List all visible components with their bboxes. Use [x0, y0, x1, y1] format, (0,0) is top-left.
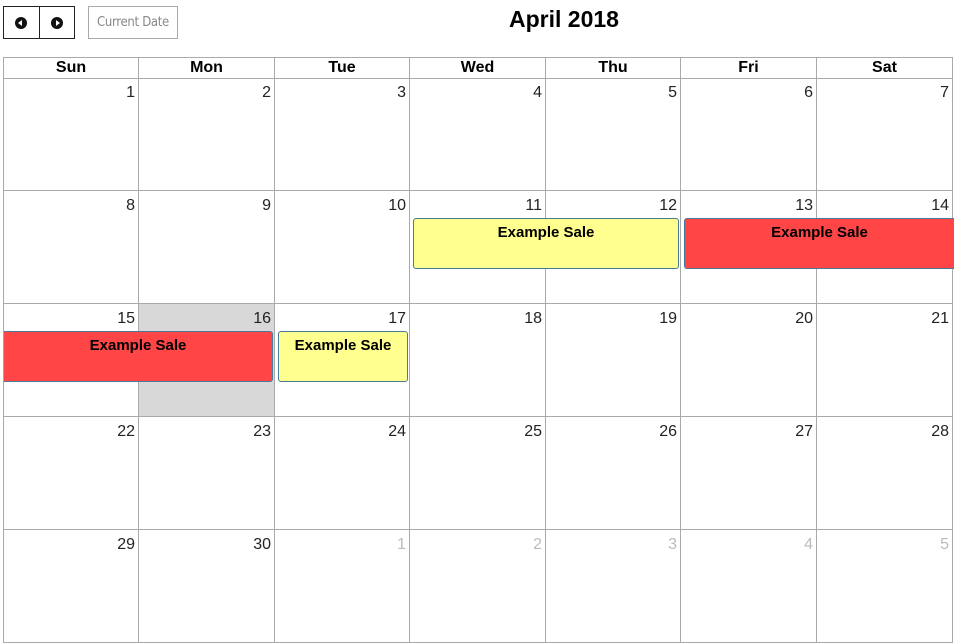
nav-button-group [3, 6, 75, 39]
event-example-sale[interactable]: Example Sale [684, 218, 954, 269]
event-example-sale[interactable]: Example Sale [278, 331, 408, 382]
day-number: 3 [397, 84, 406, 101]
day-cell[interactable]: 30 [139, 530, 275, 643]
day-number: 22 [117, 423, 135, 440]
day-number: 18 [524, 310, 542, 327]
day-cell-other-month[interactable]: 3 [546, 530, 681, 643]
day-cell[interactable]: 29 [4, 530, 139, 643]
day-cell[interactable]: 26 [546, 417, 681, 530]
day-number: 13 [795, 197, 813, 214]
day-number: 24 [388, 423, 406, 440]
day-number: 6 [804, 84, 813, 101]
day-number: 4 [533, 84, 542, 101]
day-cell-other-month[interactable]: 1 [275, 530, 410, 643]
day-number: 28 [931, 423, 949, 440]
day-cell-other-month[interactable]: 5 [817, 530, 953, 643]
day-cell[interactable]: 18 [410, 304, 546, 417]
day-cell[interactable]: 5 [546, 78, 681, 191]
day-cell[interactable]: 20 [681, 304, 817, 417]
day-cell[interactable]: 6 [681, 78, 817, 191]
day-number: 1 [397, 536, 406, 553]
day-number: 30 [253, 536, 271, 553]
prev-month-button[interactable] [4, 7, 39, 38]
chevron-right-icon [50, 16, 63, 29]
week-row-4: 22 23 24 25 26 27 28 [3, 417, 953, 530]
weekday-header: Sun Mon Tue Wed Thu Fri Sat [3, 57, 953, 79]
day-cell[interactable]: 8 [4, 191, 139, 304]
week-row-2: 8 9 10 11 12 13 14 Example Sale Example … [3, 191, 954, 304]
day-number: 4 [804, 536, 813, 553]
calendar-grid: Sun Mon Tue Wed Thu Fri Sat 1 2 3 4 5 6 … [3, 57, 954, 643]
day-number: 5 [940, 536, 949, 553]
day-number: 12 [659, 197, 677, 214]
day-cell[interactable]: 1 [4, 78, 139, 191]
day-number: 14 [931, 197, 949, 214]
day-number: 1 [126, 84, 135, 101]
day-cell[interactable]: 9 [139, 191, 275, 304]
day-cell[interactable]: 22 [4, 417, 139, 530]
day-number: 9 [262, 197, 271, 214]
event-example-sale[interactable]: Example Sale [4, 331, 273, 382]
day-number: 26 [659, 423, 677, 440]
day-number: 23 [253, 423, 271, 440]
day-number: 19 [659, 310, 677, 327]
day-cell[interactable]: 27 [681, 417, 817, 530]
chevron-left-icon [15, 16, 28, 29]
weekday-wed: Wed [410, 58, 546, 79]
day-cell[interactable]: 21 [817, 304, 953, 417]
day-number: 21 [931, 310, 949, 327]
day-number: 2 [262, 84, 271, 101]
day-cell[interactable]: 3 [275, 78, 410, 191]
weekday-tue: Tue [275, 58, 410, 79]
day-cell[interactable]: 19 [546, 304, 681, 417]
day-cell[interactable]: 28 [817, 417, 953, 530]
weekday-mon: Mon [139, 58, 275, 79]
week-row-3: 15 16 17 18 19 20 21 Example Sale Exampl… [3, 304, 953, 417]
weekday-thu: Thu [546, 58, 681, 79]
day-number: 5 [668, 84, 677, 101]
weekday-fri: Fri [681, 58, 817, 79]
day-number: 7 [940, 84, 949, 101]
month-title: April 2018 [509, 6, 619, 32]
day-number: 25 [524, 423, 542, 440]
day-number: 15 [117, 310, 135, 327]
day-cell-other-month[interactable]: 4 [681, 530, 817, 643]
weekday-sat: Sat [817, 58, 953, 79]
day-number: 2 [533, 536, 542, 553]
day-number: 10 [388, 197, 406, 214]
day-number: 16 [253, 310, 271, 327]
week-row-1: 1 2 3 4 5 6 7 [3, 78, 953, 191]
next-month-button[interactable] [38, 7, 75, 38]
day-number: 11 [525, 197, 542, 214]
day-cell[interactable]: 2 [139, 78, 275, 191]
day-number: 29 [117, 536, 135, 553]
day-number: 3 [668, 536, 677, 553]
day-cell[interactable]: 4 [410, 78, 546, 191]
day-cell-other-month[interactable]: 2 [410, 530, 546, 643]
day-cell[interactable]: 7 [817, 78, 953, 191]
day-number: 8 [126, 197, 135, 214]
day-cell[interactable]: 10 [275, 191, 410, 304]
day-number: 17 [388, 310, 406, 327]
day-cell[interactable]: 25 [410, 417, 546, 530]
day-cell[interactable]: 24 [275, 417, 410, 530]
day-number: 20 [795, 310, 813, 327]
event-example-sale[interactable]: Example Sale [413, 218, 679, 269]
day-cell[interactable]: 23 [139, 417, 275, 530]
week-row-5: 29 30 1 2 3 4 5 [3, 530, 953, 643]
weekday-sun: Sun [4, 58, 139, 79]
current-date-button[interactable]: Current Date [88, 6, 178, 39]
day-number: 27 [795, 423, 813, 440]
